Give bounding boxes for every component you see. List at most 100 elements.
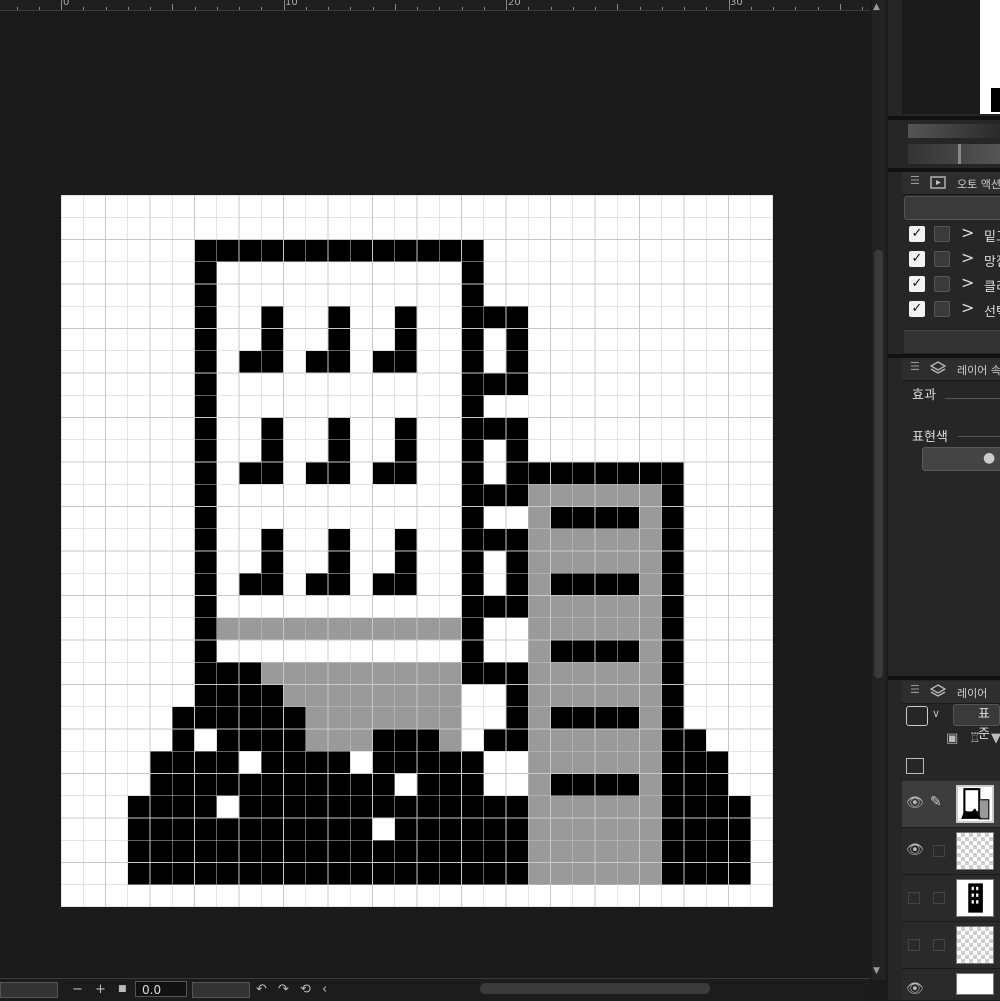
layer-lock-box[interactable] (933, 939, 945, 951)
vertical-scrollbar-thumb[interactable] (874, 250, 883, 678)
pixel-black (194, 439, 217, 462)
layer-row[interactable]: 👁 (902, 969, 1000, 1001)
navigator-zoom-slider[interactable] (908, 124, 1000, 138)
pixel-black (483, 840, 506, 863)
chevron-right-icon[interactable]: > (961, 248, 974, 267)
slider-handle[interactable] (958, 144, 961, 164)
lock-layer-icon[interactable]: ▼ (991, 731, 1000, 746)
fit-square-icon[interactable]: ■ (118, 984, 127, 994)
pixel-black (506, 551, 529, 574)
auto-action-item[interactable]: ✓ > 선택 (906, 298, 1000, 322)
auto-action-set-dropdown[interactable] (904, 196, 1000, 220)
redo-icon[interactable]: ↷ (278, 982, 289, 997)
pixel-black (150, 818, 173, 841)
scroll-up-icon[interactable]: ▲ (873, 2, 880, 12)
layer-color-swatch[interactable] (906, 706, 928, 726)
ruler-tick (595, 7, 596, 10)
zoom-in-button[interactable]: + (95, 982, 106, 997)
check-icon[interactable]: ✓ (909, 226, 925, 242)
pixel-gray (639, 818, 662, 841)
auto-action-item[interactable]: ✓ > 클리 (906, 273, 1000, 297)
dialog-toggle[interactable] (934, 276, 950, 292)
pixel-gray (595, 528, 618, 551)
canvas-area[interactable] (0, 11, 870, 977)
layer-row-selected[interactable]: 👁 ✎ (902, 781, 1000, 828)
navigator-rotate-slider[interactable] (908, 144, 1000, 164)
pixel-black (328, 528, 351, 551)
reference-layer-icon[interactable]: ♖ (969, 731, 981, 746)
zoom-out-button[interactable]: − (72, 982, 83, 997)
chevron-left-icon[interactable]: ‹ (322, 982, 327, 997)
rotation-slider[interactable] (0, 982, 58, 998)
pixel-black (328, 462, 351, 485)
pixel-black (661, 484, 684, 507)
layer-row[interactable] (902, 922, 1000, 969)
pixel-gray (394, 684, 417, 707)
scroll-down-icon[interactable]: ▼ (873, 966, 880, 976)
layer-panel-header[interactable]: ☰ 레이어 (902, 681, 1000, 704)
layer-row[interactable] (902, 875, 1000, 922)
pixel-black (194, 284, 217, 307)
check-icon[interactable]: ✓ (909, 276, 925, 292)
auto-action-item[interactable]: ✓ > 밑그 (906, 223, 1000, 247)
pixel-gray (528, 751, 551, 774)
pixel-gray (328, 684, 351, 707)
clip-layer-icon[interactable]: ▣ (946, 731, 958, 746)
visibility-box[interactable] (908, 939, 920, 951)
layer-lock-box[interactable] (933, 892, 945, 904)
check-icon[interactable]: ✓ (909, 301, 925, 317)
auto-action-item[interactable]: ✓ > 망점 (906, 248, 1000, 272)
reset-rotation-icon[interactable]: ⟲ (300, 982, 311, 997)
blend-mode-dropdown[interactable]: 표준 (953, 704, 1000, 742)
pixel-gray (216, 617, 239, 640)
pixel-black (261, 239, 284, 262)
layer-list-toggle-icon[interactable] (906, 758, 924, 774)
panel-menu-icon[interactable]: ☰ (910, 683, 920, 696)
angle-slider[interactable] (192, 982, 250, 998)
expression-color-button[interactable]: ● (922, 447, 1000, 471)
pixel-gray (528, 684, 551, 707)
undo-icon[interactable]: ↶ (256, 982, 267, 997)
visibility-box[interactable] (908, 892, 920, 904)
pixel-black (661, 573, 684, 596)
pixel-black (283, 840, 306, 863)
pixel-black (439, 818, 462, 841)
pixel-black (417, 840, 440, 863)
pixel-black (194, 662, 217, 685)
pixel-gray (639, 751, 662, 774)
pixel-black (305, 462, 328, 485)
layer-property-panel-header[interactable]: ☰ 레이어 속성 (902, 358, 1000, 381)
pixel-black (394, 862, 417, 885)
layer-lock-box[interactable] (933, 845, 945, 857)
pixel-black (661, 773, 684, 796)
pixel-black (506, 595, 529, 618)
pixel-black (461, 350, 484, 373)
dialog-toggle[interactable] (934, 226, 950, 242)
pixel-black (261, 573, 284, 596)
pixel-gray (639, 662, 662, 685)
dialog-toggle[interactable] (934, 251, 950, 267)
pixel-gray (372, 617, 395, 640)
dialog-toggle[interactable] (934, 301, 950, 317)
horizontal-scrollbar-thumb[interactable] (480, 983, 710, 994)
zoom-value-field[interactable]: 0.0 (135, 981, 187, 997)
check-icon[interactable]: ✓ (909, 251, 925, 267)
panel-menu-icon[interactable]: ☰ (910, 174, 920, 187)
eye-icon[interactable]: 👁 (906, 795, 924, 811)
navigator-preview[interactable] (980, 0, 1000, 114)
chevron-right-icon[interactable]: > (961, 273, 974, 292)
chevron-right-icon[interactable]: > (961, 298, 974, 317)
pixel-gray (305, 662, 328, 685)
eye-icon[interactable]: 👁 (906, 981, 924, 997)
auto-action-panel-header[interactable]: ☰ 오토 액션 (902, 172, 1000, 195)
pixel-black (572, 506, 595, 529)
auto-action-icon (930, 176, 946, 189)
pencil-icon[interactable]: ✎ (930, 794, 942, 810)
chevron-down-icon[interactable]: ∨ (932, 707, 940, 720)
chevron-right-icon[interactable]: > (961, 223, 974, 242)
eye-icon[interactable]: 👁 (906, 842, 924, 858)
panel-menu-icon[interactable]: ☰ (910, 360, 920, 373)
pixel-art-canvas[interactable] (61, 195, 773, 907)
layer-row[interactable]: 👁 (902, 828, 1000, 875)
pixel-black (328, 328, 351, 351)
